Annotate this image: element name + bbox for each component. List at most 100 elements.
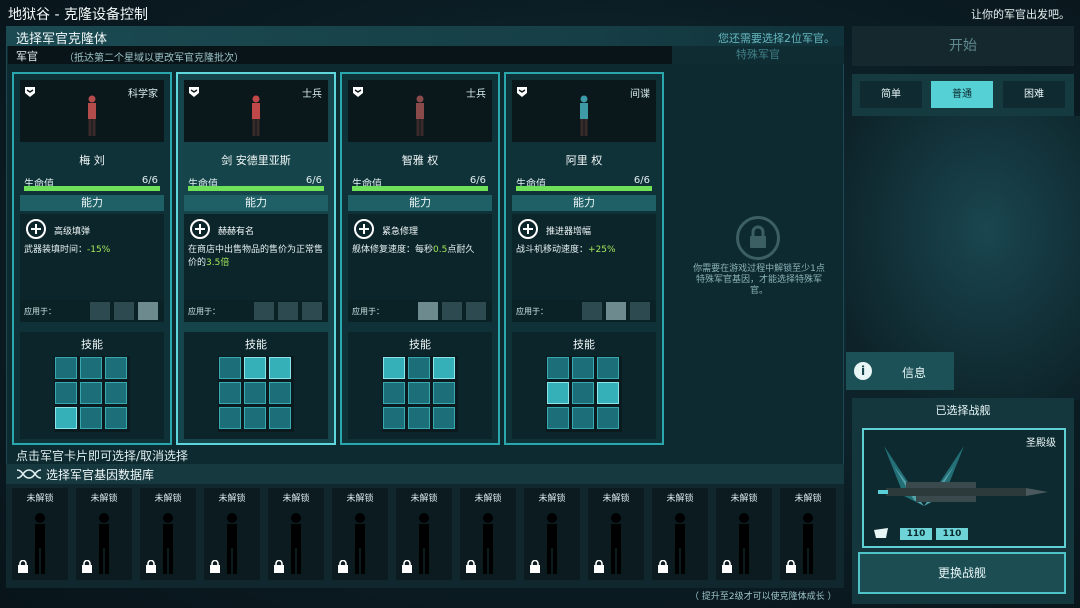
gene-slot[interactable]: 未解锁 (140, 488, 196, 580)
skill-icon[interactable] (597, 357, 619, 379)
difficulty-option[interactable]: 普通 (931, 81, 993, 108)
ship-type-icon (138, 302, 158, 320)
ability-title: 能力 (512, 195, 656, 211)
gene-slot[interactable]: 未解锁 (12, 488, 68, 580)
officer-role: 士兵 (466, 89, 486, 100)
skill-icon[interactable] (408, 357, 430, 379)
difficulty-option[interactable]: 简单 (860, 81, 922, 108)
ship-card[interactable]: 圣殿级 110 110 (862, 428, 1066, 548)
skill-icon[interactable] (80, 382, 102, 404)
skill-icon[interactable] (408, 382, 430, 404)
skill-icon[interactable] (547, 382, 569, 404)
ability-icon (354, 219, 374, 239)
skill-icon[interactable] (105, 357, 127, 379)
officer-portrait: 科学家 (20, 80, 164, 142)
skill-icon[interactable] (433, 357, 455, 379)
ship-type-icon (582, 302, 602, 320)
change-ship-button[interactable]: 更换战舰 (858, 552, 1066, 594)
officer-name: 梅 刘 (79, 154, 105, 167)
skill-icon[interactable] (547, 357, 569, 379)
special-officer-tab[interactable]: 特殊军官 (672, 46, 844, 64)
gene-slot[interactable]: 未解锁 (460, 488, 516, 580)
skill-icon[interactable] (408, 407, 430, 429)
gene-slot[interactable]: 未解锁 (332, 488, 388, 580)
gene-slot-label: 未解锁 (346, 494, 374, 504)
skill-icon[interactable] (572, 382, 594, 404)
lock-icon (18, 560, 28, 573)
applies-to-row: 应用于： (184, 300, 328, 322)
gene-slot[interactable]: 未解锁 (588, 488, 644, 580)
gene-slot[interactable]: 未解锁 (396, 488, 452, 580)
skill-grid (546, 356, 622, 432)
gene-slot-label: 未解锁 (602, 494, 630, 504)
skill-icon[interactable] (105, 407, 127, 429)
gene-slot[interactable]: 未解锁 (76, 488, 132, 580)
skill-icon[interactable] (55, 357, 77, 379)
hp-bar (516, 186, 652, 191)
ability-name: 高级填弹 (54, 227, 91, 237)
gene-slot[interactable]: 未解锁 (204, 488, 260, 580)
skill-icon[interactable] (572, 357, 594, 379)
skill-icon[interactable] (55, 407, 77, 429)
skill-icon[interactable] (383, 357, 405, 379)
skill-icon[interactable] (244, 357, 266, 379)
hp-value: 6/6 (305, 175, 322, 186)
gene-slot[interactable]: 未解锁 (652, 488, 708, 580)
gene-slot[interactable]: 未解锁 (268, 488, 324, 580)
officer-card[interactable]: 间谍 阿里 权 生命值 6/6 能力 推进器增幅 战斗机移动速度：+25% 应用… (504, 72, 664, 445)
ability-name: 紧急修理 (382, 227, 419, 237)
officer-batch-note: （抵达第二个星域以更改军官克隆批次） (64, 53, 244, 64)
selected-ship-title: 已选择战舰 (935, 404, 991, 417)
gene-slot-label: 未解锁 (666, 494, 694, 504)
officers-needed-text: 您还需要选择2位军官。 (718, 32, 835, 45)
ship-type-icon (254, 302, 274, 320)
skill-icon[interactable] (244, 382, 266, 404)
officer-tab-label[interactable]: 军官 (16, 48, 38, 64)
skill-icon[interactable] (80, 407, 102, 429)
skill-icon[interactable] (383, 407, 405, 429)
difficulty-option[interactable]: 困难 (1003, 81, 1065, 108)
skill-icon[interactable] (269, 407, 291, 429)
skills-title: 技能 (245, 338, 267, 351)
gene-slot[interactable]: 未解锁 (780, 488, 836, 580)
skill-icon[interactable] (433, 382, 455, 404)
gene-bank-footnote: （ 提升至2级才可以使克隆体成长 ） (690, 592, 837, 602)
skill-icon[interactable] (572, 407, 594, 429)
skill-icon[interactable] (597, 407, 619, 429)
skills-title: 技能 (573, 338, 595, 351)
lock-icon (722, 560, 732, 573)
start-button[interactable]: 开始 (852, 26, 1074, 66)
ability-description: 战斗机移动速度：+25% (516, 245, 616, 255)
skill-icon[interactable] (80, 357, 102, 379)
ability-description: 在商店中出售物品的售价为正常售价的3.5倍 (188, 245, 324, 268)
skill-icon[interactable] (433, 407, 455, 429)
gene-slot[interactable]: 未解锁 (524, 488, 580, 580)
skill-icon[interactable] (105, 382, 127, 404)
officer-card[interactable]: 士兵 剑 安德里亚斯 生命值 6/6 能力 赫赫有名 在商店中出售物品的售价为正… (176, 72, 336, 445)
skill-icon[interactable] (269, 382, 291, 404)
officer-name: 剑 安德里亚斯 (221, 154, 291, 167)
gene-slot[interactable]: 未解锁 (716, 488, 772, 580)
officer-card[interactable]: 士兵 智雅 权 生命值 6/6 能力 紧急修理 舰体修复速度：每秒0.5点耐久 … (340, 72, 500, 445)
lock-icon (530, 560, 540, 573)
skill-icon[interactable] (383, 382, 405, 404)
silhouette-icon (675, 513, 685, 574)
skill-icon[interactable] (55, 382, 77, 404)
applies-to-label: 应用于： (352, 307, 384, 316)
skill-grid (382, 356, 458, 432)
skill-icon[interactable] (219, 382, 241, 404)
gene-slot-label: 未解锁 (538, 494, 566, 504)
skill-icon[interactable] (269, 357, 291, 379)
silhouette-icon (483, 513, 493, 574)
skill-icon[interactable] (219, 357, 241, 379)
skill-icon[interactable] (547, 407, 569, 429)
skill-icon[interactable] (244, 407, 266, 429)
officer-card[interactable]: 科学家 梅 刘 生命值 6/6 能力 高级填弹 武器装填时间：-15% 应用于： (12, 72, 172, 445)
skill-icon[interactable] (597, 382, 619, 404)
info-label: 信息 (902, 366, 927, 380)
ship-type-icon (466, 302, 486, 320)
hp-bar-fill (188, 186, 324, 191)
card-click-hint: 点击军官卡片即可选择/取消选择 (16, 449, 189, 463)
silhouette-icon (227, 513, 237, 574)
skill-icon[interactable] (219, 407, 241, 429)
